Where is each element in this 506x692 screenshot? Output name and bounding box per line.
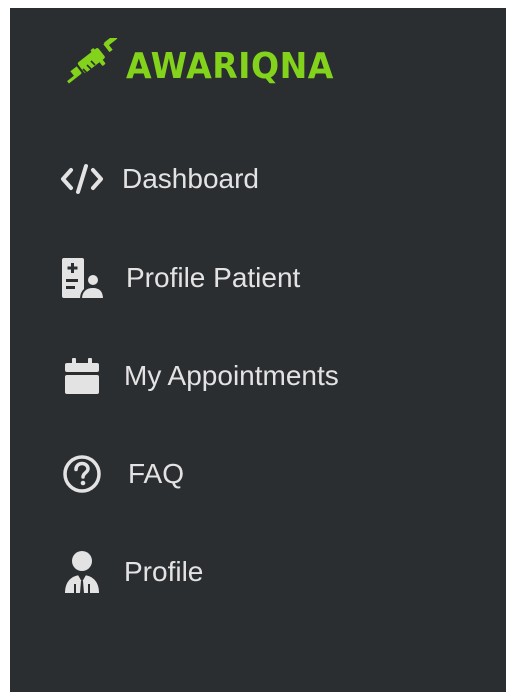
sidebar-item-profile-patient[interactable]: Profile Patient (60, 254, 300, 302)
user-tie-icon (60, 550, 104, 594)
sidebar-item-my-appointments[interactable]: My Appointments (60, 352, 339, 400)
brand-logo[interactable]: AWARIQNA (60, 38, 352, 94)
sidebar-item-dashboard[interactable]: Dashboard (60, 155, 259, 203)
brand-name: AWARIQNA (126, 45, 334, 87)
sidebar-item-label: My Appointments (124, 360, 339, 391)
question-circle-icon (60, 452, 104, 496)
syringe-icon (67, 38, 118, 84)
sidebar-item-label: Dashboard (122, 163, 259, 194)
calendar-icon (60, 354, 104, 398)
patient-file-icon (60, 256, 104, 300)
sidebar: AWARIQNA Dashboard Profile Patient My Ap… (10, 8, 506, 692)
sidebar-item-label: Profile (124, 556, 204, 587)
code-icon (60, 157, 104, 201)
sidebar-item-profile[interactable]: Profile (60, 548, 203, 596)
sidebar-item-label: Profile Patient (126, 262, 301, 293)
sidebar-item-label: FAQ (128, 458, 185, 489)
sidebar-item-faq[interactable]: FAQ (60, 450, 184, 498)
